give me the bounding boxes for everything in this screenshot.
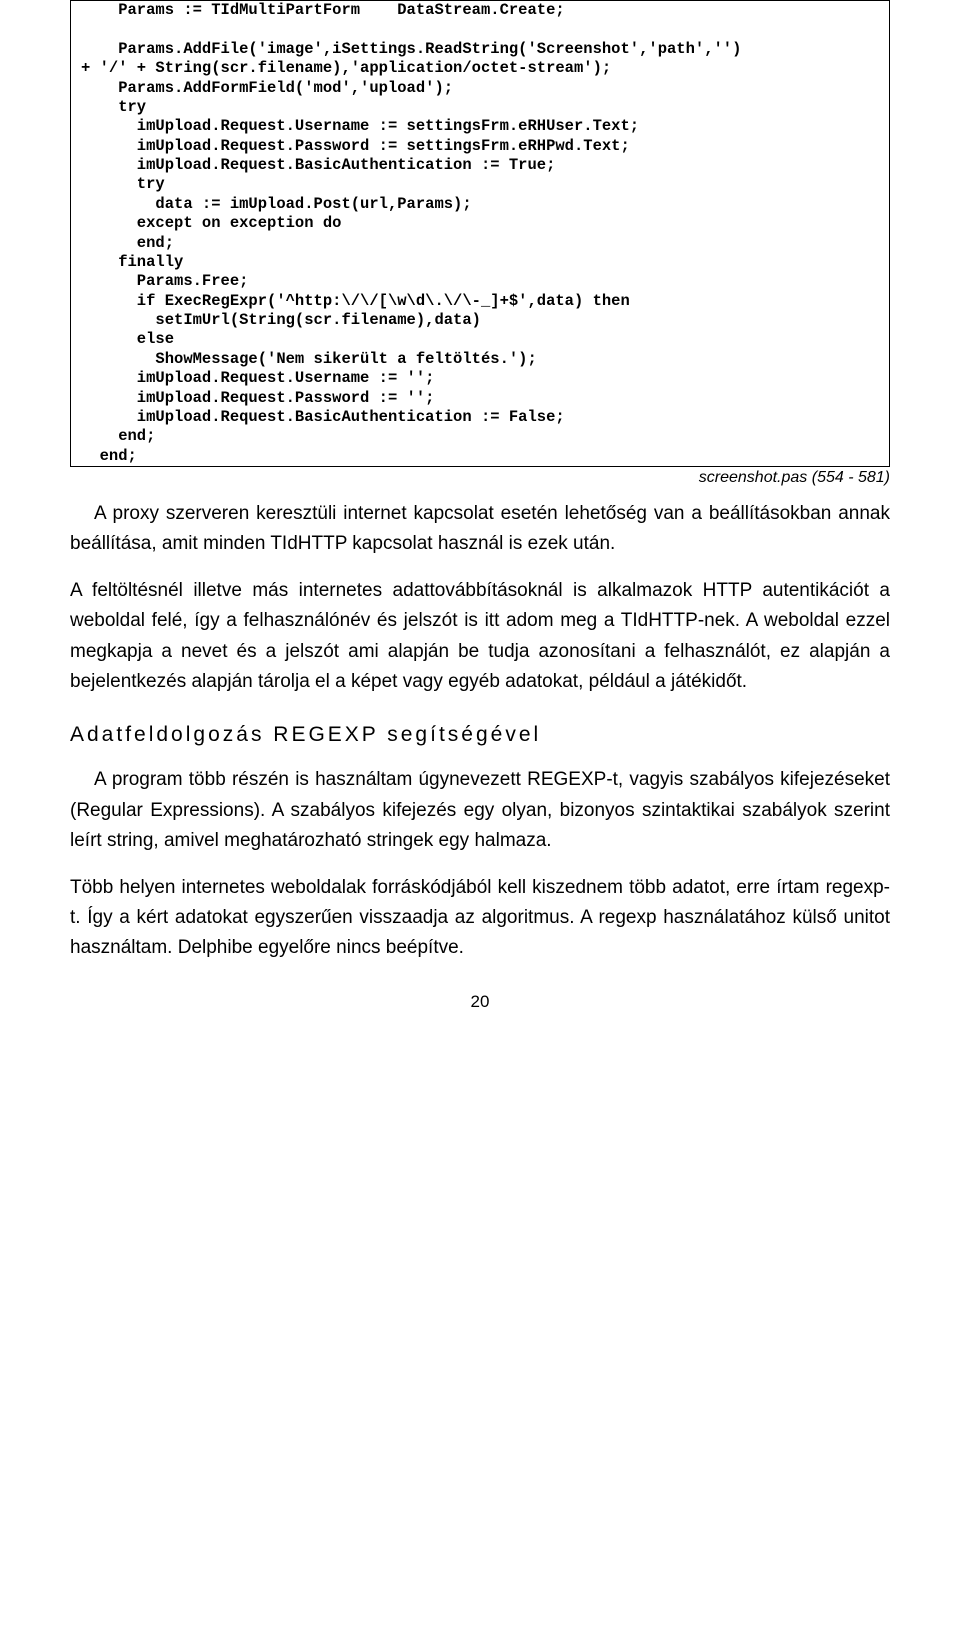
code-content: Params := TIdMultiPartForm DataStream.Cr… [81,1,879,466]
document-page: Params := TIdMultiPartForm DataStream.Cr… [0,0,960,1042]
paragraph-3: A program több részén is használtam úgyn… [70,765,890,856]
section-heading: Adatfeldolgozás REGEXP segítségével [70,723,890,747]
code-block: Params := TIdMultiPartForm DataStream.Cr… [70,0,890,467]
paragraph-4: Több helyen internetes weboldalak forrás… [70,873,890,964]
paragraph-2: A feltöltésnél illetve más internetes ad… [70,576,890,698]
paragraph-1: A proxy szerveren keresztüli internet ka… [70,499,890,560]
page-number: 20 [70,992,890,1012]
code-caption: screenshot.pas (554 - 581) [70,469,890,487]
